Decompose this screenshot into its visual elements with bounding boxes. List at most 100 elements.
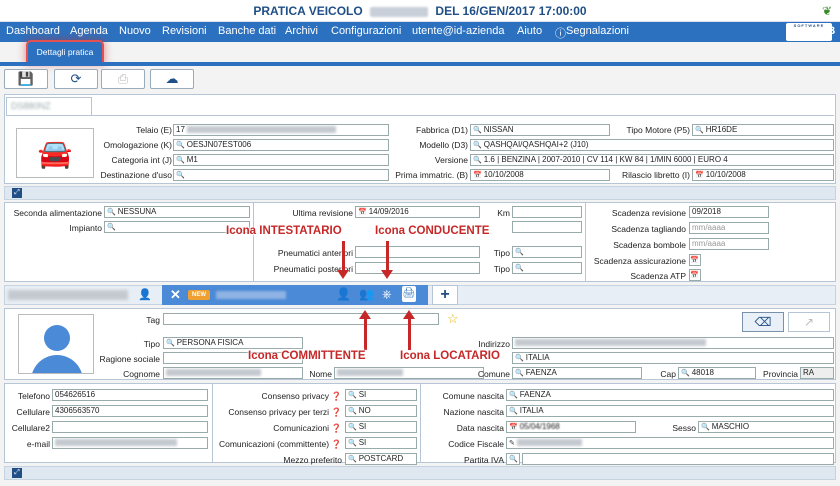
- nome-field[interactable]: [334, 367, 484, 379]
- expand-icon[interactable]: ⤢: [12, 188, 22, 198]
- extra-field[interactable]: [512, 221, 582, 233]
- indirizzo-field[interactable]: [512, 337, 834, 349]
- label-comunicazioni: Comunicazioni ❓: [273, 423, 342, 433]
- expand-bar[interactable]: [4, 186, 836, 200]
- cloud-icon: ☁: [165, 71, 179, 86]
- label-scadenza-assicurazione: Scadenza assicurazione: [593, 256, 686, 266]
- label-data-nascita: Data nascita: [456, 423, 504, 433]
- telaio-field[interactable]: 17: [173, 124, 389, 136]
- label-prima-immatric: Prima immatric. (B): [395, 170, 468, 180]
- sesso-field[interactable]: 🔍 MASCHIO: [698, 421, 834, 433]
- locatario-icon[interactable]: 🖨: [402, 286, 416, 302]
- nav-revisioni[interactable]: Revisioni: [162, 25, 207, 37]
- nav-configurazioni[interactable]: Configurazioni: [331, 25, 401, 37]
- seconda-alimentazione-field[interactable]: 🔍 NESSUNA: [104, 206, 250, 218]
- label-telefono: Telefono: [17, 391, 50, 401]
- partita-iva-search[interactable]: 🔍: [506, 453, 520, 465]
- eraser-icon: ⌫: [754, 315, 772, 329]
- expand-bar-2[interactable]: [4, 466, 836, 480]
- modello-field[interactable]: 🔍 QASHQAI/QASHQAI+2 (J10): [470, 139, 834, 151]
- label-tipo-motore: Tipo Motore (P5): [626, 125, 690, 135]
- nav-banche-dati[interactable]: Banche dati: [218, 25, 276, 37]
- tipo-ant-field[interactable]: 🔍: [512, 246, 582, 258]
- cloud-button[interactable]: ☁: [150, 69, 194, 89]
- categoria-field[interactable]: 🔍 M1: [173, 154, 389, 166]
- print-button[interactable]: ⎙: [101, 69, 145, 89]
- person-tab-redacted[interactable]: [8, 290, 128, 300]
- label-nome: Nome: [309, 369, 332, 379]
- add-person-button[interactable]: +: [432, 285, 458, 305]
- star-icon[interactable]: ☆: [447, 311, 459, 327]
- comunicazioni-field[interactable]: 🔍 SI: [345, 421, 417, 433]
- cellulare-field[interactable]: 4306563570: [52, 405, 208, 417]
- label-modello: Modello (D3): [419, 140, 468, 150]
- scadenza-revisione-field[interactable]: 09/2018: [689, 206, 769, 218]
- prima-immatric-field[interactable]: 📅 10/10/2008: [470, 169, 610, 181]
- km-field[interactable]: [512, 206, 582, 218]
- comune-nascita-field[interactable]: 🔍 FAENZA: [506, 389, 834, 401]
- comunicazioni-committente-field[interactable]: 🔍 SI: [345, 437, 417, 449]
- nav-archivi[interactable]: Archivi: [285, 25, 318, 37]
- vehicle-tab-line: [6, 115, 834, 116]
- tipo-post-field[interactable]: 🔍: [512, 262, 582, 274]
- new-badge: NEW: [188, 290, 210, 300]
- tipo-motore-field[interactable]: 🔍 HR16DE: [692, 124, 834, 136]
- eraser-button[interactable]: ⌫: [742, 312, 784, 332]
- email-field[interactable]: [52, 437, 208, 449]
- committente-icon[interactable]: 👥: [359, 287, 374, 301]
- calendar-icon[interactable]: 📅: [689, 254, 701, 266]
- calendar-icon-atp[interactable]: 📅: [689, 269, 701, 281]
- save-button[interactable]: 💾: [4, 69, 48, 89]
- omologazione-field[interactable]: 🔍 OESJN07EST006: [173, 139, 389, 151]
- provincia-field[interactable]: RA: [800, 367, 834, 379]
- codice-fiscale-field[interactable]: ✎: [506, 437, 834, 449]
- tab-dettagli-pratica[interactable]: Dettagli pratica: [28, 42, 102, 62]
- intestatario-icon[interactable]: 👤: [336, 287, 351, 301]
- plate-redacted: [370, 6, 429, 17]
- leaf-icon[interactable]: ❦: [822, 4, 832, 18]
- refresh-button[interactable]: ⟳: [54, 69, 98, 89]
- nazione-nascita-field[interactable]: 🔍 ITALIA: [506, 405, 834, 417]
- close-icon[interactable]: ✕: [170, 287, 181, 303]
- share-icon: ↗: [803, 315, 815, 329]
- nav-agenda[interactable]: Agenda: [70, 25, 108, 37]
- pneumatici-anteriori-field[interactable]: [355, 246, 480, 258]
- share-button[interactable]: ↗: [788, 312, 830, 332]
- conducente-icon[interactable]: ⎈: [382, 287, 392, 302]
- label-ultima-revisione: Ultima revisione: [292, 208, 353, 218]
- comune-field[interactable]: 🔍 FAENZA: [512, 367, 642, 379]
- vehicle-tab[interactable]: DS880NZ: [6, 97, 92, 115]
- label-seconda-alimentazione: Seconda alimentazione: [13, 208, 102, 218]
- cognome-field[interactable]: [163, 367, 303, 379]
- consenso-privacy-field[interactable]: 🔍 SI: [345, 389, 417, 401]
- telefono-field[interactable]: 054626516: [52, 389, 208, 401]
- label-tag: Tag: [146, 315, 160, 325]
- window-title: PRATICA VEICOLO DEL 16/GEN/2017 17:00:00: [0, 0, 840, 22]
- destinazione-field[interactable]: 🔍: [173, 169, 389, 181]
- nav-nuovo[interactable]: Nuovo: [119, 25, 151, 37]
- partita-iva-field[interactable]: [522, 453, 834, 465]
- arrow-locatario: [403, 310, 415, 350]
- cap-field[interactable]: 🔍 48018: [678, 367, 756, 379]
- ultima-revisione-field[interactable]: 📅 14/09/2016: [355, 206, 480, 218]
- consenso-terzi-field[interactable]: 🔍 NO: [345, 405, 417, 417]
- pneumatici-posteriori-field[interactable]: [355, 262, 480, 274]
- mezzo-preferito-field[interactable]: 🔍 POSTCARD: [345, 453, 417, 465]
- data-nascita-field[interactable]: 📅 05/04/1968: [506, 421, 636, 433]
- label-comune: Comune: [477, 369, 510, 379]
- rilascio-field[interactable]: 📅 10/10/2008: [692, 169, 834, 181]
- nav-segnalazioni[interactable]: Segnalazioni: [566, 25, 629, 37]
- scadenza-tagliando-field[interactable]: mm/aaaa: [689, 222, 769, 234]
- tipo-field[interactable]: 🔍 PERSONA FISICA: [163, 337, 303, 349]
- expand-icon-2[interactable]: ⤢: [12, 468, 22, 478]
- tag-field[interactable]: [163, 313, 439, 325]
- nav-dashboard[interactable]: Dashboard: [6, 25, 60, 37]
- indirizzo-country-field[interactable]: 🔍 ITALIA: [512, 352, 834, 364]
- nav-aiuto[interactable]: Aiuto: [517, 25, 542, 37]
- fabbrica-field[interactable]: 🔍 NISSAN: [470, 124, 610, 136]
- cellulare2-field[interactable]: [52, 421, 208, 433]
- col-divider-2: [585, 202, 586, 282]
- scadenza-bombole-field[interactable]: mm/aaaa: [689, 238, 769, 250]
- nav-utente[interactable]: utente@id-azienda: [412, 25, 505, 37]
- versione-field[interactable]: 🔍 1.6 | BENZINA | 2007-2010 | CV 114 | KW…: [470, 154, 834, 166]
